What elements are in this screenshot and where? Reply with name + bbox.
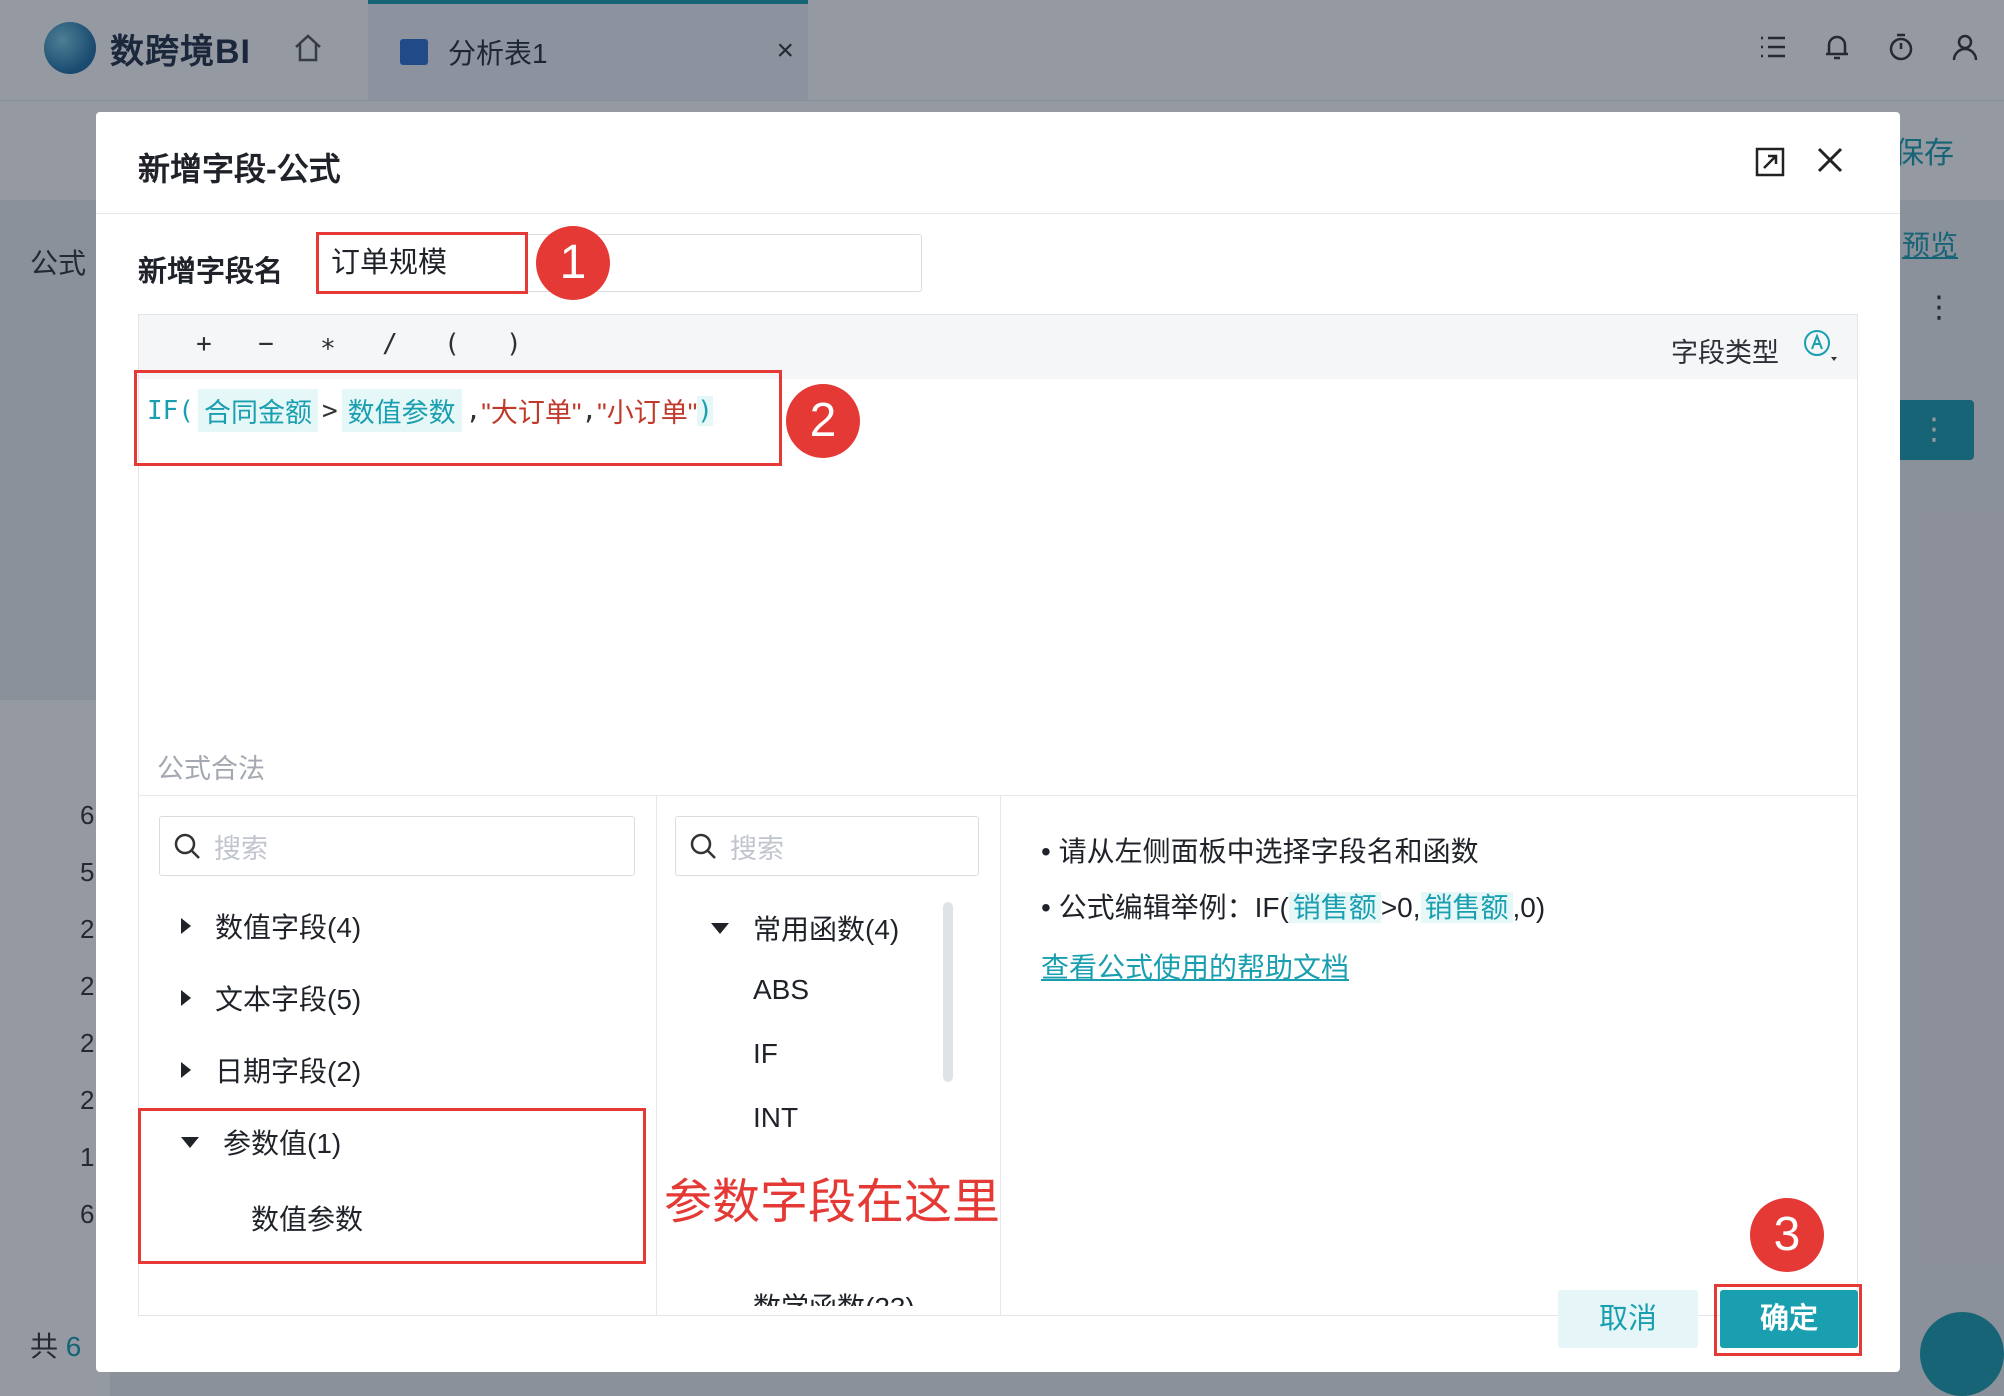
operator-button[interactable]: +	[173, 329, 235, 359]
dialog-header: 新增字段-公式	[96, 112, 1900, 214]
annotation-box-name	[316, 232, 528, 294]
caret-down-icon	[711, 922, 729, 934]
caret-right-icon	[181, 1062, 191, 1078]
example-field-token: 销售额	[1420, 892, 1513, 923]
search-placeholder: 搜索	[730, 833, 784, 864]
search-icon	[174, 833, 200, 859]
annotation-step-1: 1	[536, 226, 610, 300]
help-panel: • 请从左侧面板中选择字段名和函数 • 公式编辑举例：IF(销售额 >0, 销售额,…	[1001, 796, 1857, 1315]
help-doc-link[interactable]: 查看公式使用的帮助文档	[1041, 946, 1349, 986]
caret-right-icon	[181, 918, 191, 934]
annotation-box-formula	[134, 370, 782, 466]
field-group-label: 日期字段(2)	[215, 1056, 362, 1087]
example-field-token: 销售额	[1288, 892, 1381, 923]
search-icon	[690, 833, 716, 859]
operator-button[interactable]: (	[421, 329, 483, 359]
function-search-input[interactable]: 搜索	[675, 816, 979, 876]
close-icon[interactable]	[1812, 142, 1848, 178]
field-group-label: 文本字段(5)	[215, 984, 362, 1015]
help-example-suffix: ,0)	[1512, 892, 1546, 923]
operator-button[interactable]: )	[483, 329, 545, 359]
annotation-step-3: 3	[1750, 1198, 1824, 1272]
help-example-prefix: • 公式编辑举例：IF(	[1041, 892, 1289, 923]
dialog-title: 新增字段-公式	[138, 151, 341, 187]
cancel-button[interactable]: 取消	[1558, 1290, 1698, 1348]
help-example: • 公式编辑举例：IF(销售额 >0, 销售额 ,0)	[1041, 886, 1545, 926]
annotation-note: 参数字段在这里	[664, 1176, 1001, 1229]
operator-button[interactable]: −	[235, 329, 297, 359]
function-group-math[interactable]: 数学函数(23)	[753, 1286, 915, 1306]
help-example-mid: >0,	[1380, 892, 1421, 923]
field-name-label: 新增字段名	[138, 256, 284, 288]
operator-button[interactable]: ∗	[297, 329, 359, 359]
function-item[interactable]: INT	[753, 1102, 798, 1134]
field-search-input[interactable]: 搜索	[159, 816, 635, 876]
field-group-item[interactable]: 文本字段(5)	[181, 978, 361, 1018]
operator-buttons: + − ∗ /()	[173, 329, 545, 359]
field-group-item[interactable]: 数值字段(4)	[181, 906, 361, 946]
caret-right-icon	[181, 990, 191, 1006]
field-type-selector-icon[interactable]	[1801, 327, 1839, 365]
function-item[interactable]: ABS	[753, 974, 809, 1006]
help-text: • 请从左侧面板中选择字段名和函数	[1041, 836, 1479, 867]
formula-valid-status: 公式合法	[157, 754, 265, 784]
field-group-item[interactable]: 日期字段(2)	[181, 1050, 361, 1090]
function-item[interactable]: IF	[753, 1038, 778, 1070]
annotation-box-confirm	[1714, 1284, 1862, 1356]
search-placeholder: 搜索	[214, 833, 268, 864]
field-group-label: 数值字段(4)	[215, 912, 362, 943]
function-group-label: 数学函数(23)	[753, 1286, 915, 1306]
field-type-label: 字段类型	[1671, 338, 1779, 368]
function-group-label: 常用函数(4)	[753, 914, 900, 945]
operator-button[interactable]: /	[359, 329, 421, 359]
scrollbar[interactable]	[943, 902, 953, 1082]
function-panel: 搜索 常用函数(4) ABS IF INT 数学函数(23)	[657, 796, 1001, 1315]
function-group-common[interactable]: 常用函数(4)	[711, 908, 899, 948]
annotation-step-2: 2	[786, 384, 860, 458]
expand-icon[interactable]	[1754, 146, 1786, 178]
annotation-box-param	[138, 1108, 646, 1264]
